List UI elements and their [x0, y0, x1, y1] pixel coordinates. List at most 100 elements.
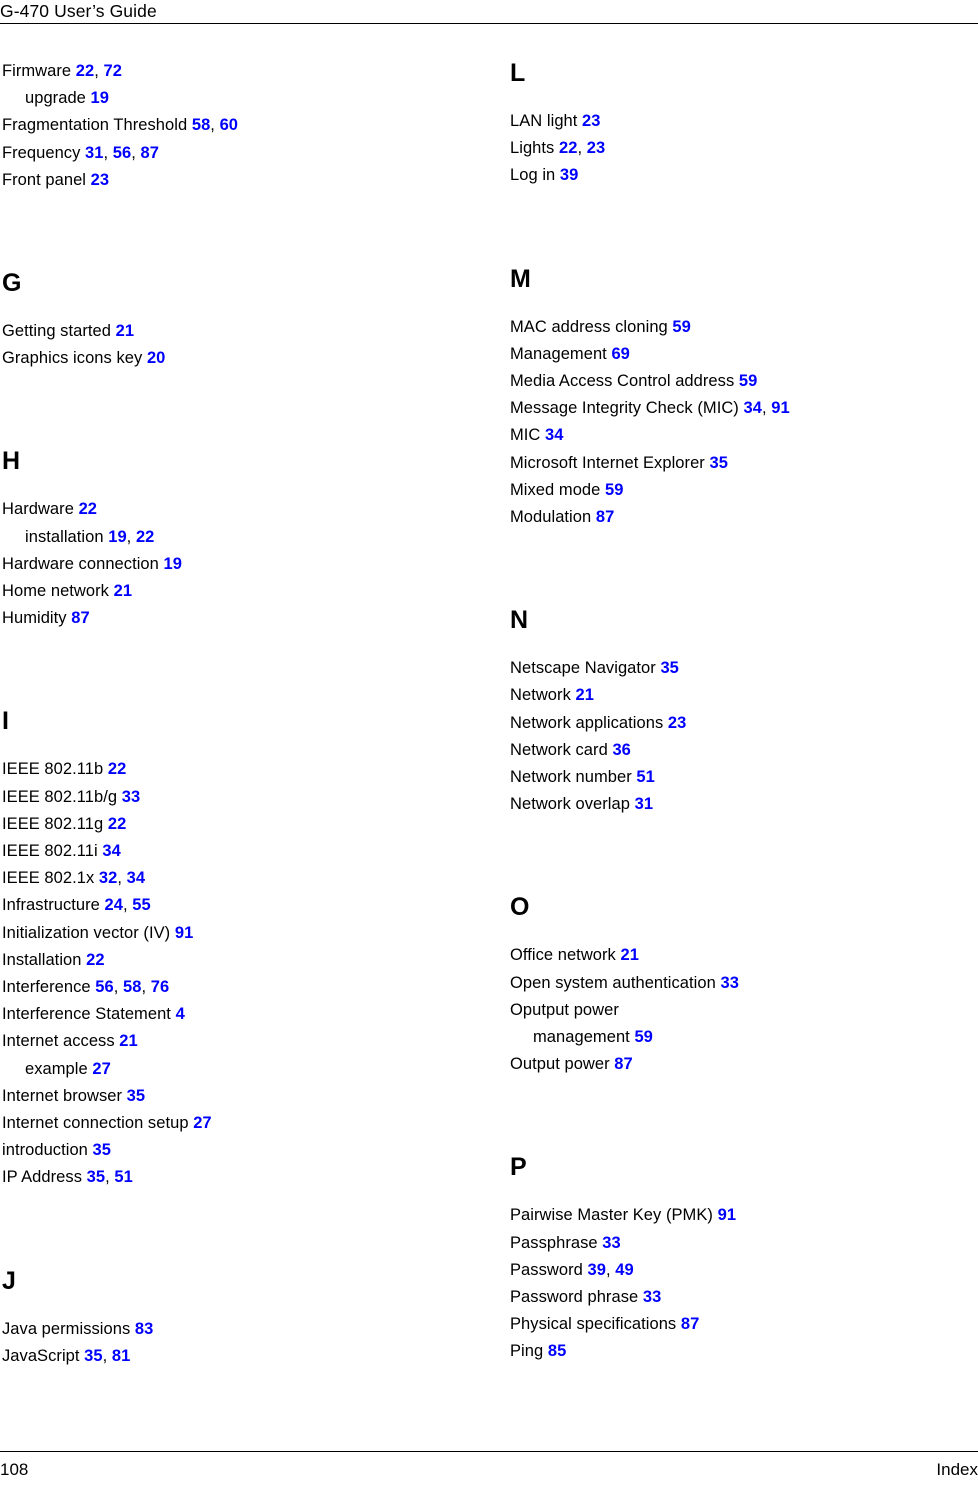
page-number-link[interactable]: 22 — [76, 62, 94, 80]
page-number-link[interactable]: 59 — [634, 1028, 652, 1046]
index-entry: Network overlap 31 — [510, 791, 940, 818]
page-number-link[interactable]: 51 — [636, 768, 654, 786]
page-number-link[interactable]: 22 — [79, 500, 97, 518]
index-entry-label: Frequency — [2, 143, 81, 162]
page-number-link[interactable]: 24 — [105, 896, 123, 914]
page-number-link[interactable]: 87 — [71, 609, 89, 627]
index-entry: Network applications 23 — [510, 710, 940, 737]
page-number-link[interactable]: 58 — [123, 978, 141, 996]
page-number-link[interactable]: 19 — [91, 89, 109, 107]
page-number-link[interactable]: 59 — [672, 318, 690, 336]
page-number-link[interactable]: 87 — [141, 144, 159, 162]
left-column: Firmware 22, 72 upgrade 19 Fragmentation T… — [2, 58, 432, 1370]
page-number-link[interactable]: 39 — [560, 166, 578, 184]
page-number-link[interactable]: 21 — [621, 946, 639, 964]
page-number-link[interactable]: 56 — [95, 978, 113, 996]
page-number-link[interactable]: 27 — [193, 1114, 211, 1132]
page-number-link[interactable]: 49 — [615, 1261, 633, 1279]
index-section-j: J Java permissions 83 JavaScript 35, 81 — [2, 1192, 432, 1370]
index-subentry: management 59 — [510, 1024, 940, 1051]
index-entry: Firmware 22, 72 — [2, 58, 432, 85]
page-number-link[interactable]: 23 — [587, 139, 605, 157]
page-number-link[interactable]: 83 — [135, 1320, 153, 1338]
index-entry: Getting started 21 — [2, 318, 432, 345]
page-number-link[interactable]: 31 — [635, 795, 653, 813]
page-number-link[interactable]: 56 — [113, 144, 131, 162]
page-number-link[interactable]: 35 — [87, 1168, 105, 1186]
page-number-link[interactable]: 55 — [132, 896, 150, 914]
page-number-link[interactable]: 81 — [112, 1347, 130, 1365]
page-number-link[interactable]: 85 — [548, 1342, 566, 1360]
page-number-link[interactable]: 51 — [114, 1168, 132, 1186]
page-number-link[interactable]: 27 — [92, 1060, 110, 1078]
index-entry-label: Internet connection setup — [2, 1114, 189, 1133]
page-number-link[interactable]: 21 — [576, 686, 594, 704]
page-number-link[interactable]: 69 — [611, 345, 629, 363]
page-number-link[interactable]: 33 — [122, 788, 140, 806]
page-number-link[interactable]: 87 — [614, 1055, 632, 1073]
page-number-link[interactable]: 59 — [739, 372, 757, 390]
page-number-link[interactable]: 34 — [127, 869, 145, 887]
index-entry-label: IEEE 802.1x — [2, 869, 95, 888]
index-entry: Open system authentication 33 — [510, 970, 940, 997]
page-number-link[interactable]: 60 — [220, 116, 238, 134]
index-entry-label: Internet browser — [2, 1086, 123, 1105]
page-number-link[interactable]: 33 — [602, 1234, 620, 1252]
page-number-link[interactable]: 19 — [164, 555, 182, 573]
page-number-link[interactable]: 76 — [151, 978, 169, 996]
page-number-link[interactable]: 4 — [176, 1005, 185, 1023]
page-number-link[interactable]: 91 — [771, 399, 789, 417]
page-number-link[interactable]: 22 — [108, 815, 126, 833]
page-number-link[interactable]: 21 — [116, 322, 134, 340]
page-number-link[interactable]: 87 — [681, 1315, 699, 1333]
page-number-link[interactable]: 33 — [720, 974, 738, 992]
page-number-link[interactable]: 35 — [93, 1141, 111, 1159]
index-entry: Fragmentation Threshold 58, 60 — [2, 112, 432, 139]
index-entry: JavaScript 35, 81 — [2, 1343, 432, 1370]
page-number-link[interactable]: 23 — [582, 112, 600, 130]
page-number-link[interactable]: 34 — [102, 842, 120, 860]
index-entry: IEEE 802.1x 32, 34 — [2, 865, 432, 892]
page-number-link[interactable]: 22 — [136, 528, 154, 546]
index-entry-list: Hardware 22 installation 19, 22 Hardware c… — [2, 476, 432, 632]
index-entry-label: Hardware — [2, 500, 74, 519]
page-number-link[interactable]: 32 — [99, 869, 117, 887]
page-number-link[interactable]: 91 — [175, 924, 193, 942]
page-number-link[interactable]: 72 — [104, 62, 122, 80]
page-number-link[interactable]: 87 — [596, 508, 614, 526]
page-number-link[interactable]: 33 — [643, 1288, 661, 1306]
page-number-link[interactable]: 23 — [91, 171, 109, 189]
page-number-link[interactable]: 91 — [718, 1206, 736, 1224]
page-number-link[interactable]: 36 — [612, 741, 630, 759]
page-number-link[interactable]: 58 — [192, 116, 210, 134]
page-number-link[interactable]: 35 — [709, 454, 727, 472]
index-entry: Home network 21 — [2, 578, 432, 605]
page-number-link[interactable]: 35 — [660, 659, 678, 677]
index-entry: Front panel 23 — [2, 167, 432, 194]
page-number-link[interactable]: 35 — [84, 1347, 102, 1365]
index-section-n: N Netscape Navigator 35 Network 21 Network … — [510, 531, 940, 818]
index-entry: introduction 35 — [2, 1137, 432, 1164]
page-number-link[interactable]: 59 — [605, 481, 623, 499]
page-number-link[interactable]: 34 — [545, 426, 563, 444]
section-letter-heading: M — [510, 264, 532, 293]
index-entry-label: Mixed mode — [510, 480, 601, 499]
page-number-link[interactable]: 22 — [559, 139, 577, 157]
page-number-link[interactable]: 34 — [744, 399, 762, 417]
page-number-link[interactable]: 23 — [668, 714, 686, 732]
page-number-link[interactable]: 19 — [108, 528, 126, 546]
page-number-link[interactable]: 35 — [127, 1087, 145, 1105]
page-number-link[interactable]: 21 — [114, 582, 132, 600]
page-number-link[interactable]: 22 — [86, 951, 104, 969]
page-number-link[interactable]: 31 — [85, 144, 103, 162]
page-number-separator: , — [102, 1346, 112, 1365]
page-number-separator: , — [131, 143, 141, 162]
index-entry: Lights 22, 23 — [510, 135, 940, 162]
index-entry-label: IEEE 802.11b — [2, 760, 104, 779]
index-entry-list: Firmware 22, 72 upgrade 19 Fragmentation T… — [2, 58, 432, 194]
page-number-link[interactable]: 22 — [108, 760, 126, 778]
index-entry-list: MAC address cloning 59 Management 69 Media… — [510, 294, 940, 532]
page-number-link[interactable]: 20 — [147, 349, 165, 367]
page-number-link[interactable]: 39 — [588, 1261, 606, 1279]
page-number-link[interactable]: 21 — [119, 1032, 137, 1050]
